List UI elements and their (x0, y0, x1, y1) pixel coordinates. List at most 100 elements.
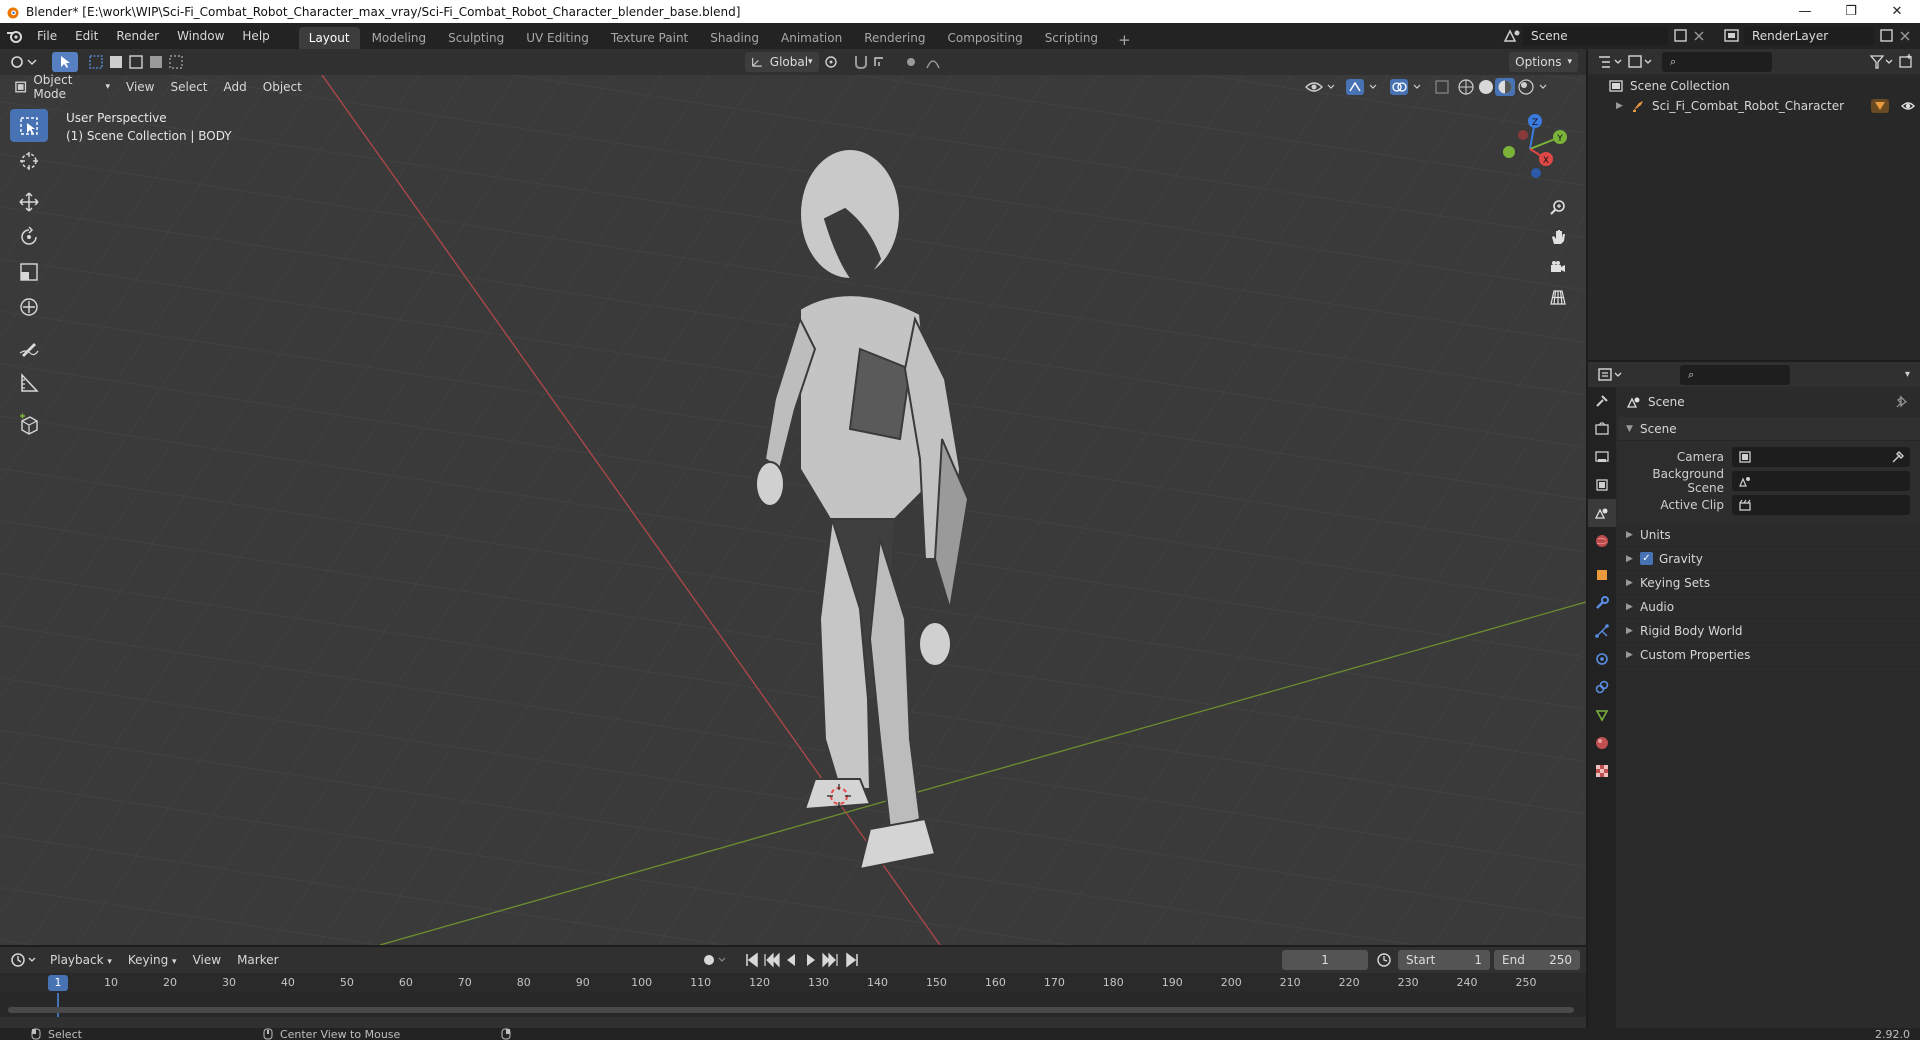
prev-keyframe-icon[interactable] (764, 952, 780, 968)
tab-world[interactable] (1588, 527, 1616, 555)
clock-icon[interactable] (1374, 950, 1394, 970)
rotate-tool[interactable] (10, 220, 48, 253)
render-layer-selector[interactable]: RenderLayer (1744, 26, 1874, 46)
menu-window[interactable]: Window (168, 23, 233, 49)
timeline-menu-keying[interactable]: Keying ▾ (120, 953, 185, 967)
gizmo-neg-x-handle[interactable] (1518, 130, 1528, 140)
gizmo-neg-y-handle[interactable] (1503, 146, 1515, 158)
proportional-edit-icon[interactable] (901, 52, 951, 72)
jump-end-icon[interactable] (846, 952, 859, 968)
maximize-button[interactable]: ❐ (1828, 0, 1874, 23)
tab-constraints[interactable] (1588, 673, 1616, 701)
properties-search-input[interactable]: ⌕ (1680, 364, 1790, 385)
outliner-row-scene-collection[interactable]: Scene Collection (1588, 76, 1920, 96)
timeline-ruler[interactable]: 1 10 20 30 40 50 60 70 80 90 100 110 120 130 140 150 160… (0, 973, 1586, 993)
transform-tool[interactable] (10, 290, 48, 323)
tab-rendering[interactable]: Rendering (854, 27, 935, 49)
perspective-toggle-button[interactable] (1544, 283, 1572, 311)
timeline-menu-marker[interactable]: Marker (229, 953, 286, 967)
scale-tool[interactable] (10, 255, 48, 288)
timeline-track[interactable] (0, 993, 1586, 1017)
custom-properties-panel[interactable]: ▶ Custom Properties (1618, 643, 1920, 667)
end-frame-field[interactable]: End 250 (1494, 950, 1581, 970)
tab-physics[interactable] (1588, 645, 1616, 673)
transform-orientation-dropdown[interactable]: Global ▾ (744, 52, 819, 72)
eyedropper-icon[interactable] (1890, 450, 1906, 464)
record-dropdown-icon[interactable] (718, 957, 726, 962)
3d-cursor-icon[interactable] (827, 784, 851, 808)
next-keyframe-icon[interactable] (822, 952, 838, 968)
record-icon[interactable] (704, 955, 715, 965)
eye-icon[interactable] (1890, 98, 1920, 114)
tab-modeling[interactable]: Modeling (362, 27, 437, 49)
current-frame-field[interactable]: 1 (1282, 950, 1369, 970)
cursor-tool[interactable] (10, 144, 48, 177)
tab-output[interactable] (1588, 443, 1616, 471)
menu-file[interactable]: File (28, 23, 66, 49)
viewport-menu-add[interactable]: Add (216, 80, 255, 94)
new-layer-icon[interactable] (1878, 27, 1896, 45)
gravity-checkbox[interactable]: ✓ (1640, 552, 1653, 565)
units-panel[interactable]: ▶ Units (1618, 523, 1920, 547)
select-box-tool[interactable] (10, 109, 48, 142)
camera-field[interactable] (1732, 447, 1910, 467)
pivot-point-icon[interactable] (821, 52, 851, 72)
tab-sculpting[interactable]: Sculpting (438, 27, 514, 49)
display-mode-icon[interactable] (1626, 52, 1656, 72)
scene-selector[interactable]: Scene (1523, 26, 1668, 46)
tab-render[interactable] (1588, 415, 1616, 443)
tab-tool[interactable] (1588, 387, 1616, 415)
delete-scene-icon[interactable] (1690, 27, 1708, 45)
background-scene-field[interactable] (1732, 471, 1910, 491)
tab-texture[interactable] (1588, 757, 1616, 785)
timeline-menu-playback[interactable]: Playback ▾ (42, 953, 120, 967)
tab-scripting[interactable]: Scripting (1035, 27, 1108, 49)
new-scene-icon[interactable] (1672, 27, 1690, 45)
robot-character-model[interactable] (720, 139, 1020, 899)
audio-panel[interactable]: ▶ Audio (1618, 595, 1920, 619)
tab-object[interactable] (1588, 561, 1616, 589)
rigid-body-world-panel[interactable]: ▶ Rigid Body World (1618, 619, 1920, 643)
tab-shading[interactable]: Shading (700, 27, 769, 49)
tab-material[interactable] (1588, 729, 1616, 757)
outliner-row-robot[interactable]: ▶ Sci_Fi_Combat_Robot_Character (1588, 96, 1920, 116)
playback-controls[interactable] (699, 950, 869, 970)
menu-help[interactable]: Help (233, 23, 278, 49)
object-mode-dropdown[interactable]: Object Mode ▾ (8, 73, 116, 101)
selection-mode-icons[interactable] (86, 52, 186, 72)
tab-particles[interactable] (1588, 617, 1616, 645)
navigation-gizmo[interactable]: Z Y X (1490, 109, 1570, 189)
zoom-button[interactable] (1544, 193, 1572, 221)
viewport-menu-object[interactable]: Object (255, 80, 310, 94)
start-frame-field[interactable]: Start 1 (1398, 950, 1491, 970)
scene-section-header[interactable]: ▼ Scene (1618, 417, 1920, 441)
keying-sets-panel[interactable]: ▶ Keying Sets (1618, 571, 1920, 595)
annotate-tool[interactable] (10, 331, 48, 364)
gizmo-neg-z-handle[interactable] (1531, 168, 1541, 178)
delete-layer-icon[interactable] (1896, 27, 1914, 45)
menu-edit[interactable]: Edit (66, 23, 107, 49)
tab-compositing[interactable]: Compositing (937, 27, 1032, 49)
move-tool[interactable] (10, 185, 48, 218)
properties-editor-type-icon[interactable] (1596, 365, 1626, 385)
tab-texture-paint[interactable]: Texture Paint (601, 27, 698, 49)
close-button[interactable]: ✕ (1874, 0, 1920, 23)
tab-data[interactable] (1588, 701, 1616, 729)
outliner-search-input[interactable]: ⌕ (1662, 51, 1772, 72)
3d-viewport[interactable]: Global ▾ Options ▾ Object Mode ▾ View Se… (0, 49, 1586, 945)
snap-icon[interactable] (851, 52, 901, 72)
editor-type-icon[interactable] (6, 51, 40, 73)
pan-button[interactable] (1544, 223, 1572, 251)
blender-menu-icon[interactable] (2, 23, 28, 49)
select-box-tool-button[interactable] (52, 52, 78, 72)
viewport-menu-view[interactable]: View (118, 80, 162, 94)
tab-view-layer[interactable] (1588, 471, 1616, 499)
gravity-panel[interactable]: ▶ ✓ Gravity (1618, 547, 1920, 571)
expand-triangle-icon[interactable]: ▶ (1616, 101, 1630, 111)
chevron-down-icon[interactable]: ▾ (1905, 369, 1910, 380)
tab-layout[interactable]: Layout (298, 27, 360, 49)
viewport-shading-controls[interactable] (1302, 77, 1572, 97)
timeline-editor-type-icon[interactable] (8, 950, 42, 970)
outliner-editor-type-icon[interactable] (1596, 52, 1626, 72)
new-collection-icon[interactable] (1896, 52, 1916, 72)
